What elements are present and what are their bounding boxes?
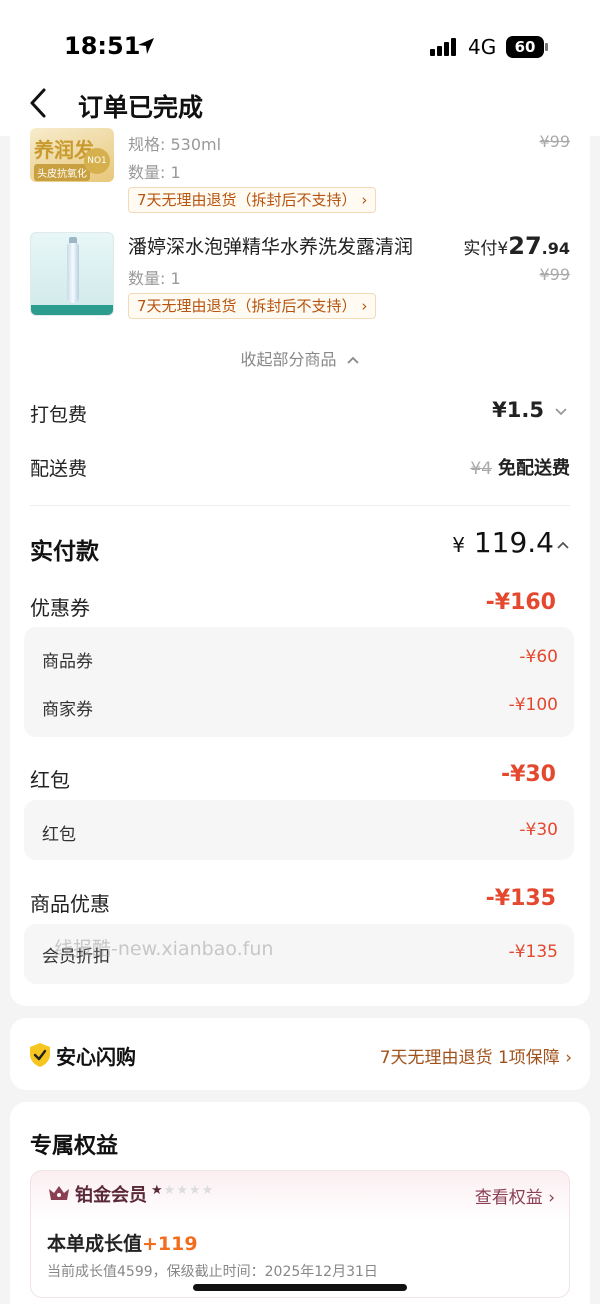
packing-fee-value: ¥1.5 xyxy=(492,398,544,422)
product-quantity: 数量: 1 xyxy=(128,269,181,288)
thumb-badge: 头皮抗氧化 xyxy=(34,164,90,181)
paid-decimal: .94 xyxy=(541,239,570,258)
return-policy-tag[interactable]: 7天无理由退货（拆封后不支持） › xyxy=(128,187,377,213)
discount-label: 优惠券 xyxy=(30,596,90,620)
assurance-title: 安心闪购 xyxy=(56,1045,136,1069)
chevron-down-icon xyxy=(555,408,567,416)
star-icon: ★ xyxy=(176,1183,189,1198)
divider xyxy=(30,505,570,506)
total-value: 119.4 xyxy=(473,526,554,559)
breakdown-label: 商家券 xyxy=(42,700,93,720)
paid-label: 实付 xyxy=(463,239,498,259)
chevron-up-icon[interactable] xyxy=(556,540,570,550)
original-price: ¥99 xyxy=(539,265,570,284)
back-arrow-icon[interactable] xyxy=(24,86,54,120)
product-spec: 规格: 530ml xyxy=(128,135,222,154)
star-icon: ★ xyxy=(163,1183,177,1198)
order-detail-card: 养润发 头皮抗氧化 NO1 规格: 530ml ¥99 数量: 1 7天无理由退… xyxy=(10,128,590,1006)
collapse-items-button[interactable]: 收起部分商品 xyxy=(10,346,590,370)
delivery-original-price: ¥4 xyxy=(470,459,492,479)
paid-int: 27 xyxy=(508,232,542,260)
benefits-title: 专属权益 xyxy=(30,1134,119,1159)
breakdown-label: 红包 xyxy=(42,825,76,845)
chevron-right-icon: › xyxy=(361,297,368,315)
breakdown-amount: -¥60 xyxy=(519,647,558,667)
product-quantity: 数量: 1 xyxy=(128,163,181,182)
star-icon: ★ xyxy=(201,1183,215,1198)
discount-amount: -¥135 xyxy=(485,886,556,911)
discount-label: 红包 xyxy=(30,768,70,792)
paid-currency: ¥ xyxy=(497,239,509,259)
page-title: 订单已完成 xyxy=(78,93,204,122)
discount-breakdown: 红包 -¥30 xyxy=(24,800,574,860)
discount-amount: -¥160 xyxy=(485,590,556,615)
packing-fee-amount[interactable]: ¥1.5 xyxy=(492,398,568,422)
status-time: 18:51 xyxy=(64,32,141,60)
growth-detail: 当前成长值4599，保级截止时间：2025年12月31日 xyxy=(47,1264,378,1280)
return-policy-text: 7天无理由退货（拆封后不支持） xyxy=(137,297,357,315)
battery-tip xyxy=(545,43,548,51)
star-icon: ★ xyxy=(188,1183,202,1198)
view-benefits-link[interactable]: 查看权益 › xyxy=(475,1183,555,1208)
chevron-right-icon: › xyxy=(548,1188,555,1208)
total-currency: ¥ xyxy=(452,533,465,557)
bottle-image xyxy=(67,243,79,303)
discount-amount: -¥30 xyxy=(500,762,556,787)
breakdown-amount: -¥100 xyxy=(508,695,558,715)
original-price: ¥99 xyxy=(539,132,570,151)
product-thumbnail[interactable]: 养润发 头皮抗氧化 NO1 xyxy=(30,128,114,182)
assurance-detail[interactable]: 7天无理由退货 1项保障 › xyxy=(380,1043,572,1068)
chevron-up-icon xyxy=(346,356,359,364)
product-thumbnail[interactable] xyxy=(30,232,114,316)
total-label: 实付款 xyxy=(30,539,99,565)
packing-fee-label: 打包费 xyxy=(30,404,88,426)
benefits-card: 专属权益 铂金会员 ★★★★★ 查看权益 › 本单成长值+119 当前成长值45… xyxy=(10,1102,590,1304)
view-benefits-text: 查看权益 xyxy=(474,1188,543,1208)
delivery-fee: ¥4 免配送费 xyxy=(470,454,570,480)
signal-icon xyxy=(430,38,460,56)
breakdown-amount: -¥135 xyxy=(508,942,558,962)
assurance-card[interactable]: 安心闪购 7天无理由退货 1项保障 › xyxy=(10,1018,590,1090)
thumb-band xyxy=(31,305,113,315)
network-type: 4G xyxy=(468,35,497,59)
watermark: 线报酷-new.xianbao.fun xyxy=(54,938,274,960)
discount-breakdown: 商品券 -¥60 商家券 -¥100 xyxy=(24,627,574,737)
chevron-right-icon: › xyxy=(361,191,368,209)
delivery-fee-value: 免配送费 xyxy=(498,458,570,479)
product-name[interactable]: 潘婷深水泡弹精华水养洗发露清润 xyxy=(128,232,413,259)
location-arrow-icon xyxy=(138,38,154,54)
return-policy-tag[interactable]: 7天无理由退货（拆封后不支持） › xyxy=(128,293,377,319)
member-level: 铂金会员 xyxy=(75,1185,147,1206)
crown-icon xyxy=(49,1186,69,1200)
breakdown-amount: -¥30 xyxy=(519,820,558,840)
chevron-right-icon: › xyxy=(565,1048,572,1068)
growth-amount: +119 xyxy=(142,1233,198,1255)
assurance-detail-text: 7天无理由退货 1项保障 xyxy=(379,1048,560,1068)
growth-label: 本单成长值 xyxy=(47,1233,143,1255)
battery-icon: 60 xyxy=(506,36,544,58)
discount-label: 商品优惠 xyxy=(30,892,110,916)
paid-price: 实付¥27.94 xyxy=(463,232,570,260)
growth-value: 本单成长值+119 xyxy=(47,1229,198,1256)
shield-check-icon xyxy=(30,1043,50,1067)
collapse-text: 收起部分商品 xyxy=(240,350,337,369)
member-stars: ★★★★★ xyxy=(151,1183,214,1198)
return-policy-text: 7天无理由退货（拆封后不支持） xyxy=(137,191,357,209)
home-indicator[interactable] xyxy=(193,1284,407,1291)
delivery-fee-label: 配送费 xyxy=(30,458,88,480)
total-amount[interactable]: ¥ 119.4 xyxy=(452,526,554,559)
breakdown-label: 商品券 xyxy=(42,652,93,672)
thumb-seal: NO1 xyxy=(84,148,110,174)
member-benefit-box: 铂金会员 ★★★★★ 查看权益 › 本单成长值+119 当前成长值4599，保级… xyxy=(30,1170,570,1298)
nav-bar: 订单已完成 xyxy=(0,70,600,136)
star-icon: ★ xyxy=(151,1183,164,1198)
